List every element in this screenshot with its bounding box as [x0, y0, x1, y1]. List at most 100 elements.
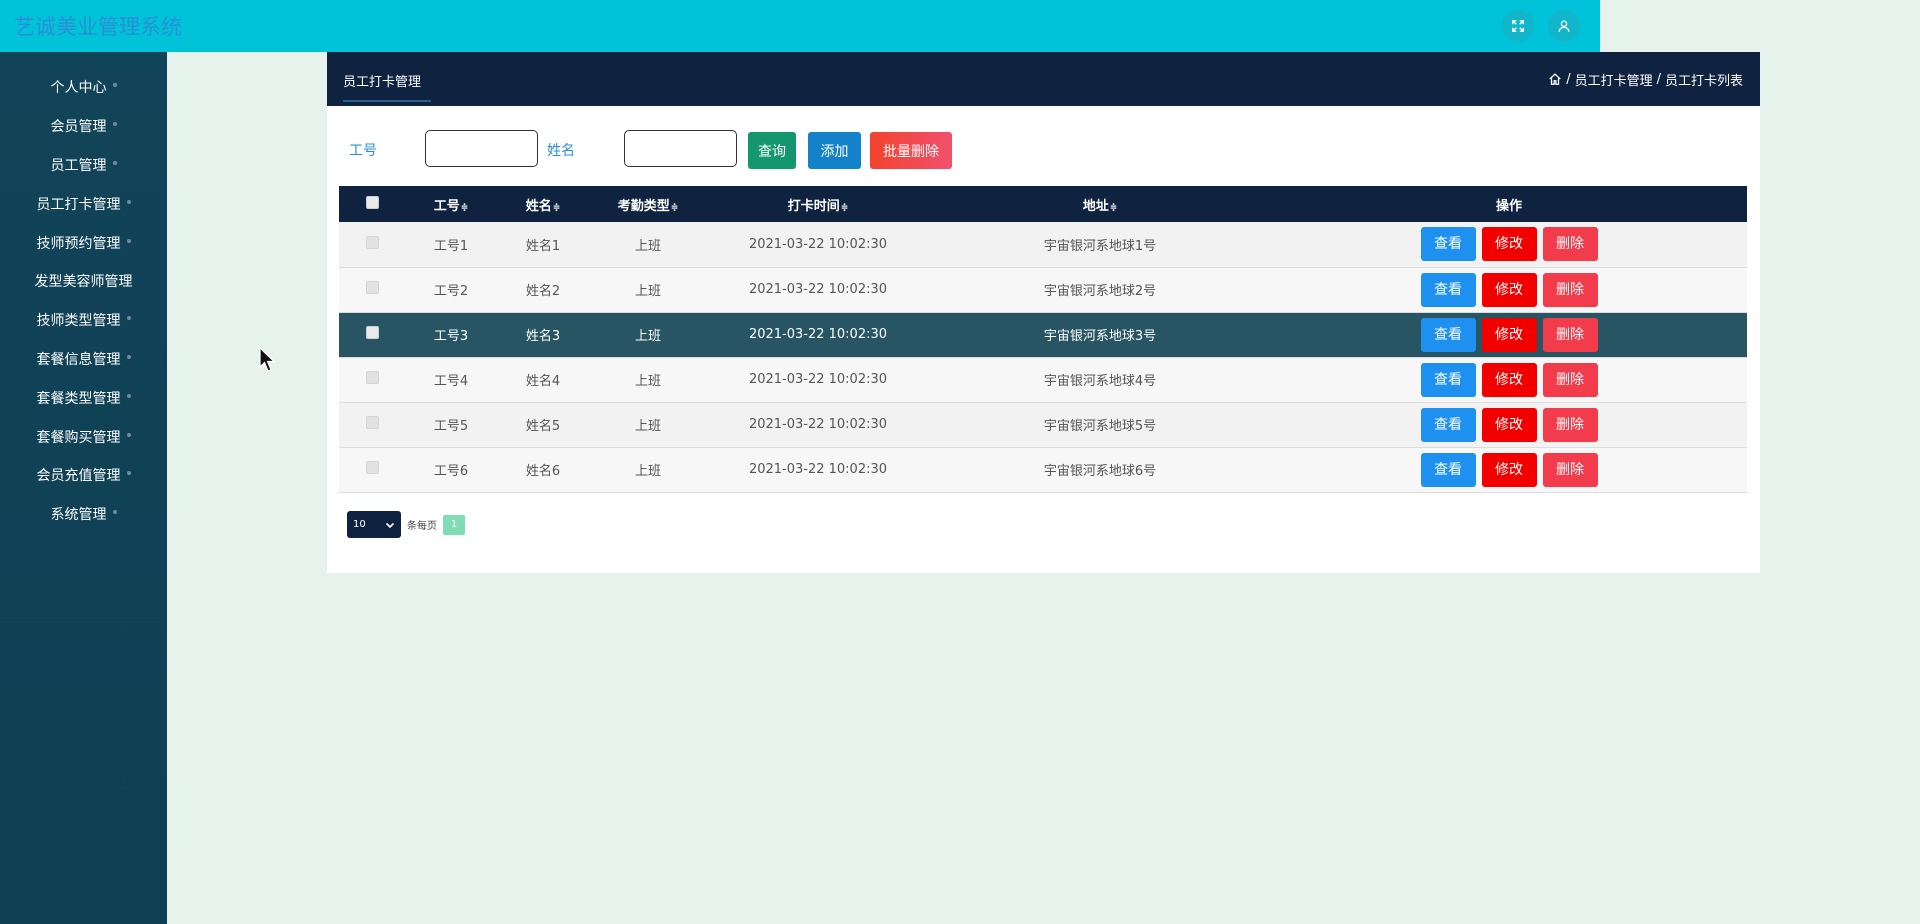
delete-button[interactable]: 删除 [1542, 227, 1598, 262]
breadcrumb-separator: / [1656, 71, 1661, 87]
page-number-button[interactable]: 1 [443, 514, 465, 535]
column-header-time[interactable]: 打卡时间≑ [707, 186, 929, 222]
sort-icon[interactable]: ≑ [841, 203, 849, 213]
batch-delete-button[interactable]: 批量删除 [870, 132, 952, 169]
sort-icon[interactable]: ≑ [461, 203, 469, 213]
column-header-label: 地址 [1082, 198, 1109, 214]
sidebar-item-package-info[interactable]: 套餐信息管理 [0, 340, 167, 379]
row-checkbox[interactable] [365, 281, 379, 294]
fullscreen-icon[interactable] [1502, 10, 1534, 42]
edit-button[interactable]: 修改 [1481, 452, 1537, 487]
row-checkbox[interactable] [365, 326, 379, 339]
table-row[interactable]: 工号1 姓名1 上班 2021-03-22 10:02:30 宇宙银河系地球1号… [339, 222, 1747, 267]
view-button[interactable]: 查看 [1420, 362, 1476, 397]
page-size-value: 10 [353, 519, 366, 530]
delete-button[interactable]: 删除 [1542, 272, 1598, 307]
edit-button[interactable]: 修改 [1481, 407, 1537, 442]
staff-name-input[interactable] [624, 130, 737, 167]
column-header-label: 打卡时间 [787, 198, 840, 214]
select-all-header [339, 186, 405, 222]
query-button[interactable]: 查询 [748, 132, 796, 169]
clockin-table: 工号≑ 姓名≑ 考勤类型≑ 打卡时间≑ 地址≑ 操作 工号1 姓名1 上班 20… [339, 186, 1747, 493]
table-row[interactable]: 工号4 姓名4 上班 2021-03-22 10:02:30 宇宙银河系地球4号… [339, 357, 1747, 402]
sidebar-item-personal-center[interactable]: 个人中心 [0, 68, 167, 107]
edit-button[interactable]: 修改 [1481, 227, 1537, 262]
sidebar-item-members[interactable]: 会员管理 [0, 107, 167, 146]
view-button[interactable]: 查看 [1420, 227, 1476, 262]
edit-button[interactable]: 修改 [1481, 317, 1537, 352]
sidebar-item-package-type[interactable]: 套餐类型管理 [0, 378, 167, 417]
user-icon[interactable] [1548, 10, 1580, 42]
delete-button[interactable]: 删除 [1542, 362, 1598, 397]
sidebar-item-technician-type[interactable]: 技师类型管理 [0, 301, 167, 340]
staff-id-input[interactable] [425, 130, 538, 167]
sort-icon[interactable]: ≑ [671, 203, 679, 213]
cell-actions: 查看 修改 删除 [1271, 312, 1747, 357]
app-title: 艺诚美业管理系统 [14, 15, 182, 39]
tab-staff-clockin[interactable]: 员工打卡管理 [343, 71, 432, 102]
select-all-checkbox[interactable] [365, 195, 379, 209]
submenu-dot-icon [126, 432, 131, 437]
column-header-name[interactable]: 姓名≑ [497, 186, 589, 222]
sidebar-item-label: 系统管理 [50, 507, 107, 524]
sidebar-item-stylist[interactable]: 发型美容师管理 [0, 262, 167, 301]
cell-id: 工号1 [433, 238, 469, 254]
cell-name: 姓名4 [525, 374, 561, 389]
sort-icon[interactable]: ≑ [1110, 203, 1118, 213]
add-button[interactable]: 添加 [808, 132, 861, 169]
view-button[interactable]: 查看 [1420, 407, 1476, 442]
column-header-type[interactable]: 考勤类型≑ [589, 186, 707, 222]
view-button[interactable]: 查看 [1420, 452, 1476, 487]
cell-time: 2021-03-22 10:02:30 [748, 372, 888, 387]
pagination: 10 条每页 1 [347, 511, 465, 538]
delete-button[interactable]: 删除 [1542, 317, 1598, 352]
submenu-dot-icon [126, 199, 131, 204]
sidebar-item-staff[interactable]: 员工管理 [0, 146, 167, 185]
table-row[interactable]: 工号3 姓名3 上班 2021-03-22 10:02:30 宇宙银河系地球3号… [339, 312, 1747, 357]
row-checkbox[interactable] [365, 461, 379, 474]
column-header-address[interactable]: 地址≑ [929, 186, 1271, 222]
view-button[interactable]: 查看 [1420, 272, 1476, 307]
submenu-dot-icon [112, 122, 117, 127]
cell-name: 姓名2 [525, 284, 561, 299]
sidebar-item-staff-clockin[interactable]: 员工打卡管理 [0, 184, 167, 223]
table-row[interactable]: 工号2 姓名2 上班 2021-03-22 10:02:30 宇宙银河系地球2号… [339, 267, 1747, 312]
delete-button[interactable]: 删除 [1542, 407, 1598, 442]
table-row[interactable]: 工号5 姓名5 上班 2021-03-22 10:02:30 宇宙银河系地球5号… [339, 402, 1747, 447]
per-page-label: 条每页 [407, 521, 437, 532]
cell-address: 宇宙银河系地球6号 [1043, 464, 1157, 479]
row-checkbox[interactable] [365, 371, 379, 384]
cell-type: 上班 [634, 464, 661, 479]
breadcrumb-level1[interactable]: 员工打卡管理 [1575, 70, 1653, 89]
edit-button[interactable]: 修改 [1481, 272, 1537, 307]
table-row[interactable]: 工号6 姓名6 上班 2021-03-22 10:02:30 宇宙银河系地球6号… [339, 447, 1747, 492]
cell-address: 宇宙银河系地球2号 [1043, 284, 1157, 299]
header-icons [1502, 10, 1580, 42]
sidebar-item-label: 会员充值管理 [36, 468, 121, 485]
sidebar-item-member-recharge[interactable]: 会员充值管理 [0, 456, 167, 495]
row-checkbox[interactable] [365, 416, 379, 429]
column-header-id[interactable]: 工号≑ [405, 186, 497, 222]
sort-icon[interactable]: ≑ [553, 203, 561, 213]
breadcrumb-level2: 员工打卡列表 [1664, 73, 1743, 89]
mouse-cursor-icon [259, 347, 276, 372]
sidebar-item-label: 技师预约管理 [36, 235, 121, 252]
edit-button[interactable]: 修改 [1481, 362, 1537, 397]
column-header-label: 姓名 [525, 198, 552, 214]
cell-type: 上班 [634, 284, 661, 299]
cell-id: 工号5 [433, 419, 469, 434]
column-header-actions: 操作 [1495, 198, 1522, 214]
view-button[interactable]: 查看 [1420, 317, 1476, 352]
staff-name-label: 姓名 [547, 143, 575, 159]
row-checkbox[interactable] [365, 235, 379, 249]
column-header-label: 考勤类型 [617, 198, 670, 214]
sidebar-item-system[interactable]: 系统管理 [0, 495, 167, 534]
chevron-down-icon [385, 522, 395, 528]
home-icon[interactable] [1548, 72, 1562, 86]
sidebar-item-package-purchase[interactable]: 套餐购买管理 [0, 417, 167, 456]
delete-button[interactable]: 删除 [1542, 452, 1598, 487]
page-size-select[interactable]: 10 [347, 511, 401, 538]
cell-address: 宇宙银河系地球5号 [1043, 419, 1157, 434]
cell-name: 姓名3 [525, 329, 561, 344]
sidebar-item-technician-booking[interactable]: 技师预约管理 [0, 223, 167, 262]
